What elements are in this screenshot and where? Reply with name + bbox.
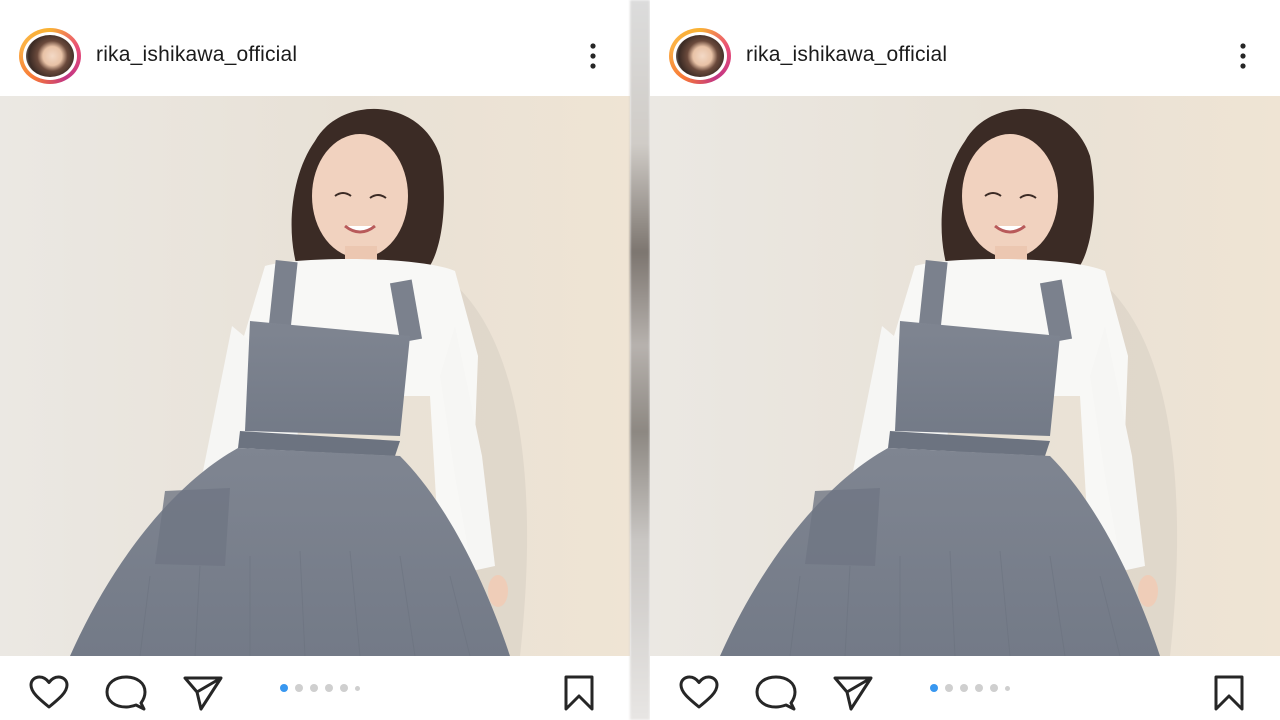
carousel-dot [310,684,318,692]
carousel-dot [295,684,303,692]
post-header: rika_ishikawa_official [0,0,630,96]
post-photo[interactable] [0,96,630,656]
carousel-dot [930,684,938,692]
carousel-dot [990,684,998,692]
carousel-dot [280,684,288,692]
carousel-dot [960,684,968,692]
more-options-icon[interactable] [588,42,598,70]
send-icon[interactable] [182,674,224,712]
profile-avatar[interactable] [19,28,81,84]
more-options-icon[interactable] [1238,42,1248,70]
username-link[interactable]: rika_ishikawa_official [746,43,947,67]
profile-avatar[interactable] [669,28,731,84]
send-icon[interactable] [832,674,874,712]
heart-icon[interactable] [678,674,720,710]
carousel-dot [945,684,953,692]
instagram-post-right: rika_ishikawa_official [650,0,1280,720]
carousel-indicator [280,684,360,692]
carousel-dot [975,684,983,692]
carousel-dot [340,684,348,692]
heart-icon[interactable] [28,674,70,710]
carousel-dot [325,684,333,692]
bookmark-icon[interactable] [562,674,596,712]
carousel-indicator [930,684,1010,692]
blurred-divider [630,0,650,720]
comment-icon[interactable] [105,674,147,712]
post-photo[interactable] [650,96,1280,656]
post-header: rika_ishikawa_official [650,0,1280,96]
bookmark-icon[interactable] [1212,674,1246,712]
username-link[interactable]: rika_ishikawa_official [96,43,297,67]
carousel-dot [1005,685,1010,691]
carousel-dot [355,685,360,691]
comment-icon[interactable] [755,674,797,712]
instagram-post-left: rika_ishikawa_official [0,0,630,720]
